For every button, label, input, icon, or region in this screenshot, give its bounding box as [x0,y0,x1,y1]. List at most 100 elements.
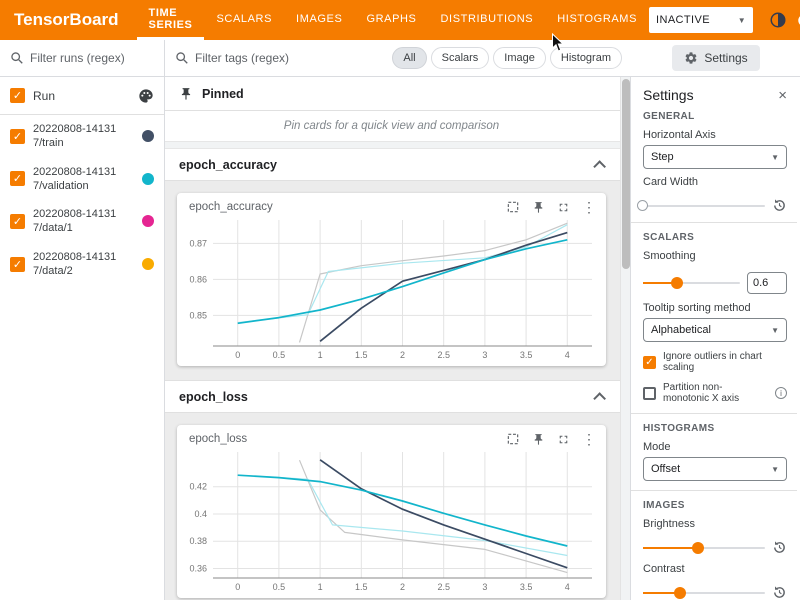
pinned-title: Pinned [202,87,244,101]
epoch-accuracy-chart[interactable]: 00.511.522.533.540.850.860.87 [177,214,606,366]
brightness-slider[interactable] [643,547,765,549]
card-actions: ⋮ [506,200,596,214]
filter-chip-all[interactable]: All [392,47,426,69]
nav-tab-images[interactable]: IMAGES [284,0,354,40]
close-icon[interactable]: × [778,88,787,103]
card-title: epoch_loss [189,433,247,445]
nav-tab-histograms[interactable]: HISTOGRAMS [545,0,649,40]
epoch-loss-chart[interactable]: 00.511.522.533.540.360.380.40.42 [177,446,606,598]
run-checkbox[interactable]: ✓ [10,171,25,186]
select-all-runs-checkbox[interactable]: ✓ [10,88,25,103]
histogram-mode-select[interactable]: Offset ▼ [643,457,787,481]
top-header: TensorBoard TIME SERIESSCALARSIMAGESGRAP… [0,0,800,40]
app-title: TensorBoard [0,10,137,30]
filter-chip-image[interactable]: Image [493,47,546,69]
histogram-mode-label: Mode [643,441,787,453]
runs-filter-input[interactable] [30,51,140,65]
svg-text:0.85: 0.85 [189,310,207,320]
svg-text:3.5: 3.5 [520,350,533,360]
search-icon [175,51,189,65]
smoothing-value-input[interactable] [747,272,787,294]
scrollbar-thumb[interactable] [622,79,630,269]
fit-to-domain-icon[interactable] [506,432,520,446]
nav-tab-time-series[interactable]: TIME SERIES [137,0,205,40]
card-title: epoch_accuracy [189,201,273,213]
reset-icon[interactable] [772,540,787,555]
pin-icon[interactable] [532,201,545,214]
nav-tab-graphs[interactable]: GRAPHS [354,0,428,40]
run-color-dot [142,173,154,185]
run-color-dot [142,215,154,227]
runs-column-header: Run [33,89,55,103]
run-label: 20220808-141317/data/1 [33,207,125,236]
run-row[interactable]: ✓ 20220808-141317/data/2 [0,243,164,286]
pin-icon[interactable] [532,433,545,446]
filter-chip-histogram[interactable]: Histogram [550,47,622,69]
ignore-outliers-label: Ignore outliers in chart scaling [663,351,787,373]
nav-tab-scalars[interactable]: SCALARS [204,0,284,40]
run-row[interactable]: ✓20220808-141317/train [0,115,164,158]
svg-text:3: 3 [482,582,487,592]
status-select-value: INACTIVE [656,14,710,26]
svg-text:4: 4 [565,350,570,360]
run-row[interactable]: ✓ 20220808-141317/data/1 [0,200,164,243]
palette-icon[interactable] [138,88,154,104]
runs-list: ✓20220808-141317/train✓20220808-141317/v… [0,115,164,285]
settings-button[interactable]: Settings [672,45,759,71]
card-header: epoch_accuracy ⋮ [177,193,606,214]
ignore-outliers-checkbox[interactable]: ✓ [643,356,656,369]
search-icon [10,51,24,65]
scalar-card-epoch-loss: epoch_loss ⋮ 00.511.522.533.540.360.380.… [177,425,606,598]
card-zone: epoch_accuracy ⋮ 00.511.522.533.540.850.… [165,181,630,381]
filter-chip-scalars[interactable]: Scalars [431,47,490,69]
runs-sidebar: ✓ Run ✓20220808-141317/train✓20220808-14… [0,77,165,600]
nav-tab-distributions[interactable]: DISTRIBUTIONS [429,0,546,40]
reset-icon[interactable] [772,198,787,213]
svg-text:2.5: 2.5 [437,582,450,592]
svg-text:3: 3 [482,350,487,360]
runs-filter [0,40,165,76]
svg-text:0.38: 0.38 [189,536,207,546]
fit-to-domain-icon[interactable] [506,200,520,214]
fullscreen-icon[interactable] [557,201,570,214]
collapse-chevron-icon[interactable] [593,392,606,405]
refresh-icon[interactable] [791,7,800,33]
run-checkbox[interactable]: ✓ [10,214,25,229]
dark-mode-toggle-icon[interactable] [765,7,791,33]
toolbar: AllScalarsImageHistogram Settings [0,40,800,77]
slider-thumb[interactable] [637,200,648,211]
more-options-icon[interactable]: ⋮ [582,432,596,446]
smoothing-slider[interactable] [643,282,740,284]
svg-text:1: 1 [318,582,323,592]
group-heading-histograms: HISTOGRAMS [643,423,787,434]
reset-icon[interactable] [772,585,787,600]
collapse-chevron-icon[interactable] [593,160,606,173]
tags-filter-input[interactable] [195,51,305,65]
main-nav-tabs: TIME SERIESSCALARSIMAGESGRAPHSDISTRIBUTI… [137,0,649,40]
slider-thumb[interactable] [674,587,686,599]
info-icon[interactable]: i [775,387,787,399]
run-label: 20220808-141317/data/2 [33,250,125,279]
contrast-slider[interactable] [643,592,765,594]
horizontal-axis-select[interactable]: Step ▼ [643,145,787,169]
run-row[interactable]: ✓20220808-141317/validation [0,158,164,201]
fullscreen-icon[interactable] [557,433,570,446]
toolbar-right: Settings [632,40,800,76]
tooltip-sorting-select[interactable]: Alphabetical ▼ [643,318,787,342]
card-actions: ⋮ [506,432,596,446]
run-checkbox[interactable]: ✓ [10,129,25,144]
partition-x-axis-checkbox[interactable] [643,387,656,400]
reload-status-select[interactable]: INACTIVE ▼ [649,7,753,33]
tensorboard-app: TensorBoard TIME SERIESSCALARSIMAGESGRAP… [0,0,800,600]
main-scrollbar[interactable] [620,77,630,600]
svg-text:0.4: 0.4 [194,509,207,519]
header-controls: INACTIVE ▼ ? [649,7,800,33]
chevron-down-icon: ▼ [771,326,779,335]
group-heading-images: IMAGES [643,500,787,511]
card-width-slider[interactable] [643,205,765,207]
slider-thumb[interactable] [692,542,704,554]
run-checkbox[interactable]: ✓ [10,257,25,272]
more-options-icon[interactable]: ⋮ [582,200,596,214]
svg-text:4: 4 [565,582,570,592]
slider-thumb[interactable] [671,277,683,289]
